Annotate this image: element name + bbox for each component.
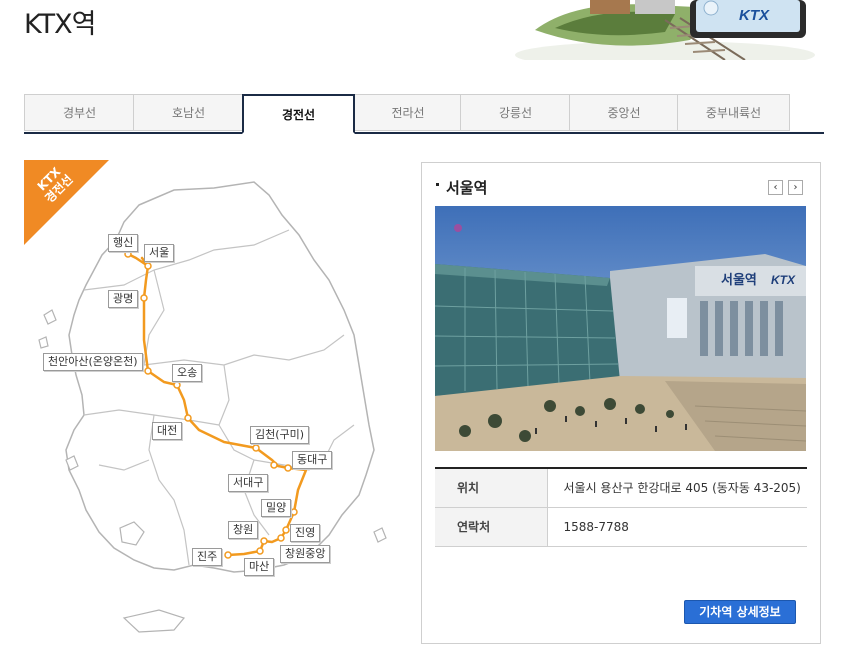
station-label-jinyeong[interactable]: 진영: [290, 524, 321, 542]
station-label-osong[interactable]: 오송: [172, 364, 203, 382]
station-node-masan[interactable]: [256, 547, 264, 555]
table-row: 위치 서울시 용산구 한강대로 405 (동자동 43-205): [435, 468, 807, 508]
station-title-text: 서울역: [446, 179, 488, 197]
tab-honam[interactable]: 호남선: [133, 94, 243, 131]
station-label-miryang[interactable]: 밀양: [261, 499, 292, 517]
line-ribbon: KTX 경전선: [24, 160, 109, 245]
svg-text:KTX: KTX: [771, 273, 796, 287]
tab-gyeongjeon[interactable]: 경전선: [242, 94, 355, 134]
route-map: KTX 경전선 행신서울광명천안아산(온양온천) 오송대전 김천(구미) 동대구서대구…: [24, 160, 394, 650]
page-title: KTX역: [24, 9, 96, 40]
location-label: 위치: [435, 468, 548, 508]
station-node-daejeon[interactable]: [184, 414, 192, 422]
station-label-masan[interactable]: 마산: [244, 558, 275, 576]
station-node-jinju[interactable]: [224, 551, 232, 559]
station-label-jinju[interactable]: 진주: [192, 548, 223, 566]
location-value: 서울시 용산구 한강대로 405 (동자동 43-205): [547, 468, 807, 508]
station-title: 서울역: [436, 177, 487, 198]
station-label-gwangmyeong[interactable]: 광명: [108, 290, 139, 308]
station-label-cheonanasan[interactable]: 천안아산(온양온천): [43, 353, 143, 371]
station-node-miryang[interactable]: [290, 508, 298, 516]
station-label-gimcheon[interactable]: 김천(구미): [250, 426, 310, 444]
tab-jungang[interactable]: 중앙선: [569, 94, 678, 131]
station-photo-illustration: 서울역 KTX: [435, 206, 806, 451]
tab-jeolla[interactable]: 전라선: [354, 94, 461, 131]
station-photo: 서울역 KTX: [435, 206, 806, 451]
station-info-panel: 서울역 ‹ › 서울역 KTX 위치 서울시 용산구 한강대로 405 (동자동…: [421, 162, 821, 644]
station-label-changwon[interactable]: 창원: [228, 521, 259, 539]
station-node-seoul[interactable]: [144, 262, 152, 270]
station-label-dongdaegu[interactable]: 동대구: [292, 451, 333, 469]
station-detail-button[interactable]: 기차역 상세정보: [684, 600, 796, 624]
table-row: 연락처 1588-7788: [435, 507, 807, 547]
next-station-button[interactable]: ›: [788, 180, 803, 195]
station-label-haengsin[interactable]: 행신: [108, 234, 139, 252]
station-node-changwon[interactable]: [260, 537, 268, 545]
tab-gangneung[interactable]: 강릉선: [460, 94, 570, 131]
station-node-dongdaegu[interactable]: [284, 464, 292, 472]
contact-label: 연락처: [435, 507, 548, 547]
station-node-seodaegu[interactable]: [270, 461, 278, 469]
line-tabs: 경부선 호남선 경전선 전라선 강릉선 중앙선 중부내륙선: [24, 94, 824, 134]
tab-gyeongbu[interactable]: 경부선: [24, 94, 134, 131]
prev-station-button[interactable]: ‹: [768, 180, 783, 195]
station-node-gimcheon[interactable]: [252, 444, 260, 452]
ktx-logo-text: KTX: [739, 7, 770, 24]
station-label-seoul[interactable]: 서울: [144, 244, 175, 262]
station-node-jinyeong[interactable]: [282, 526, 290, 534]
station-label-seodaegu[interactable]: 서대구: [228, 474, 269, 492]
station-info-table: 위치 서울시 용산구 한강대로 405 (동자동 43-205) 연락처 158…: [435, 467, 807, 547]
tab-jungbunaeryuk[interactable]: 중부내륙선: [677, 94, 790, 131]
station-node-osong[interactable]: [173, 381, 181, 389]
header-banner-illustration: KTX: [515, 0, 815, 69]
photo-sign-text: 서울역: [721, 272, 757, 288]
title-bullet-icon: [436, 183, 439, 186]
station-node-changwonjungang[interactable]: [277, 534, 285, 542]
station-label-changwonjungang[interactable]: 창원중앙: [280, 545, 331, 563]
station-node-cheonanasan[interactable]: [144, 367, 152, 375]
station-label-daejeon[interactable]: 대전: [152, 422, 183, 440]
contact-value: 1588-7788: [547, 507, 807, 547]
station-node-gwangmyeong[interactable]: [140, 294, 148, 302]
